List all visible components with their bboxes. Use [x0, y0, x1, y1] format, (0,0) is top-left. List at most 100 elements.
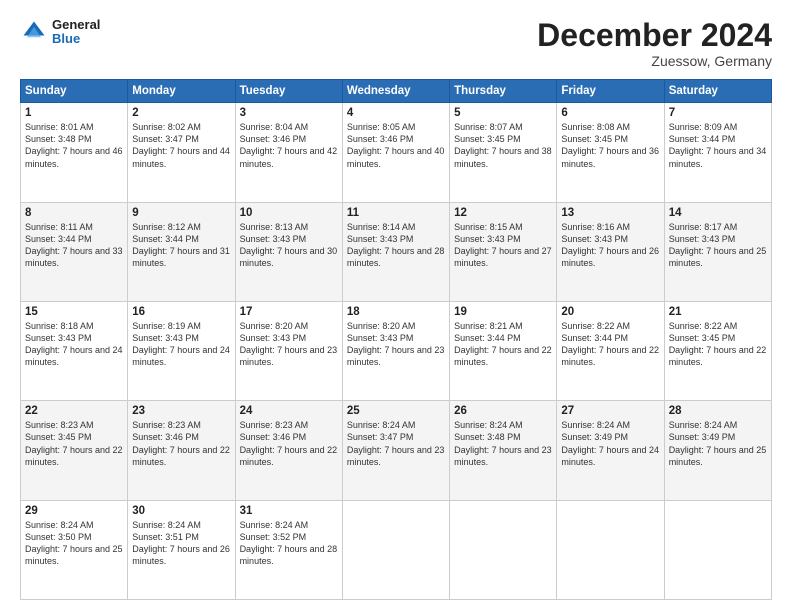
calendar-location: Zuessow, Germany — [537, 53, 772, 69]
day-info: Sunrise: 8:19 AM Sunset: 3:43 PM Dayligh… — [132, 320, 230, 369]
day-info: Sunrise: 8:05 AM Sunset: 3:46 PM Dayligh… — [347, 121, 445, 170]
day-number: 12 — [454, 207, 552, 219]
day-number: 6 — [561, 107, 659, 119]
day-info: Sunrise: 8:24 AM Sunset: 3:49 PM Dayligh… — [561, 419, 659, 468]
calendar-week-row: 15 Sunrise: 8:18 AM Sunset: 3:43 PM Dayli… — [21, 301, 772, 400]
day-info: Sunrise: 8:08 AM Sunset: 3:45 PM Dayligh… — [561, 121, 659, 170]
day-info: Sunrise: 8:07 AM Sunset: 3:45 PM Dayligh… — [454, 121, 552, 170]
day-number: 16 — [132, 306, 230, 318]
day-number: 29 — [25, 505, 123, 517]
table-row: 30 Sunrise: 8:24 AM Sunset: 3:51 PM Dayli… — [128, 500, 235, 599]
table-row: 25Sunrise: 8:24 AM Sunset: 3:47 PM Dayli… — [342, 401, 449, 500]
day-number: 7 — [669, 107, 767, 119]
day-number: 3 — [240, 107, 338, 119]
day-number: 23 — [132, 405, 230, 417]
day-info: Sunrise: 8:04 AM Sunset: 3:46 PM Dayligh… — [240, 121, 338, 170]
table-row: 6 Sunrise: 8:08 AM Sunset: 3:45 PM Daylig… — [557, 103, 664, 202]
table-row: 24 Sunrise: 8:23 AM Sunset: 3:46 PM Dayli… — [235, 401, 342, 500]
table-row — [342, 500, 449, 599]
day-info: Sunrise: 8:14 AM Sunset: 3:43 PM Dayligh… — [347, 221, 445, 270]
day-info: Sunrise: 8:24 AM Sunset: 3:51 PM Dayligh… — [132, 519, 230, 568]
table-row: 18 Sunrise: 8:20 AM Sunset: 3:43 PM Dayli… — [342, 301, 449, 400]
table-row: 7 Sunrise: 8:09 AM Sunset: 3:44 PM Daylig… — [664, 103, 771, 202]
table-row: 12 Sunrise: 8:15 AM Sunset: 3:43 PM Dayli… — [450, 202, 557, 301]
day-info: Sunrise: 8:09 AM Sunset: 3:44 PM Dayligh… — [669, 121, 767, 170]
day-number: 30 — [132, 505, 230, 517]
day-info: Sunrise: 8:23 AM Sunset: 3:45 PM Dayligh… — [25, 419, 123, 468]
table-row: 11 Sunrise: 8:14 AM Sunset: 3:43 PM Dayli… — [342, 202, 449, 301]
day-number: 18 — [347, 306, 445, 318]
table-row: 23Sunrise: 8:23 AM Sunset: 3:46 PM Dayli… — [128, 401, 235, 500]
day-info: Sunrise: 8:23 AM Sunset: 3:46 PM Dayligh… — [240, 419, 338, 468]
page: General Blue December 2024 Zuessow, Germ… — [0, 0, 792, 612]
table-row: 9Sunrise: 8:12 AM Sunset: 3:44 PM Daylig… — [128, 202, 235, 301]
calendar-header-row: Sunday Monday Tuesday Wednesday Thursday… — [21, 80, 772, 103]
day-info: Sunrise: 8:24 AM Sunset: 3:48 PM Dayligh… — [454, 419, 552, 468]
table-row — [450, 500, 557, 599]
day-info: Sunrise: 8:24 AM Sunset: 3:49 PM Dayligh… — [669, 419, 767, 468]
day-number: 20 — [561, 306, 659, 318]
col-monday: Monday — [128, 80, 235, 103]
day-number: 8 — [25, 207, 123, 219]
col-thursday: Thursday — [450, 80, 557, 103]
header: General Blue December 2024 Zuessow, Germ… — [20, 18, 772, 69]
day-info: Sunrise: 8:20 AM Sunset: 3:43 PM Dayligh… — [347, 320, 445, 369]
calendar-title: December 2024 — [537, 18, 772, 53]
day-info: Sunrise: 8:18 AM Sunset: 3:43 PM Dayligh… — [25, 320, 123, 369]
day-number: 10 — [240, 207, 338, 219]
table-row: 2 Sunrise: 8:02 AM Sunset: 3:47 PM Daylig… — [128, 103, 235, 202]
table-row: 1 Sunrise: 8:01 AM Sunset: 3:48 PM Daylig… — [21, 103, 128, 202]
table-row — [557, 500, 664, 599]
table-row: 3 Sunrise: 8:04 AM Sunset: 3:46 PM Daylig… — [235, 103, 342, 202]
day-info: Sunrise: 8:22 AM Sunset: 3:45 PM Dayligh… — [669, 320, 767, 369]
calendar-week-row: 22 Sunrise: 8:23 AM Sunset: 3:45 PM Dayli… — [21, 401, 772, 500]
table-row: 28 Sunrise: 8:24 AM Sunset: 3:49 PM Dayli… — [664, 401, 771, 500]
day-info: Sunrise: 8:12 AM Sunset: 3:44 PM Dayligh… — [132, 221, 230, 270]
logo-blue-text: Blue — [52, 32, 100, 46]
day-info: Sunrise: 8:11 AM Sunset: 3:44 PM Dayligh… — [25, 221, 123, 270]
table-row: 29Sunrise: 8:24 AM Sunset: 3:50 PM Dayli… — [21, 500, 128, 599]
logo-general-text: General — [52, 18, 100, 32]
logo: General Blue — [20, 18, 100, 47]
day-info: Sunrise: 8:02 AM Sunset: 3:47 PM Dayligh… — [132, 121, 230, 170]
table-row: 17Sunrise: 8:20 AM Sunset: 3:43 PM Dayli… — [235, 301, 342, 400]
calendar-week-row: 8 Sunrise: 8:11 AM Sunset: 3:44 PM Daylig… — [21, 202, 772, 301]
table-row: 10 Sunrise: 8:13 AM Sunset: 3:43 PM Dayli… — [235, 202, 342, 301]
day-number: 21 — [669, 306, 767, 318]
day-info: Sunrise: 8:22 AM Sunset: 3:44 PM Dayligh… — [561, 320, 659, 369]
table-row: 8 Sunrise: 8:11 AM Sunset: 3:44 PM Daylig… — [21, 202, 128, 301]
table-row: 31Sunrise: 8:24 AM Sunset: 3:52 PM Dayli… — [235, 500, 342, 599]
day-info: Sunrise: 8:24 AM Sunset: 3:52 PM Dayligh… — [240, 519, 338, 568]
col-friday: Friday — [557, 80, 664, 103]
table-row: 14Sunrise: 8:17 AM Sunset: 3:43 PM Dayli… — [664, 202, 771, 301]
day-info: Sunrise: 8:16 AM Sunset: 3:43 PM Dayligh… — [561, 221, 659, 270]
day-info: Sunrise: 8:13 AM Sunset: 3:43 PM Dayligh… — [240, 221, 338, 270]
day-number: 5 — [454, 107, 552, 119]
day-number: 14 — [669, 207, 767, 219]
day-number: 27 — [561, 405, 659, 417]
day-number: 2 — [132, 107, 230, 119]
day-info: Sunrise: 8:01 AM Sunset: 3:48 PM Dayligh… — [25, 121, 123, 170]
title-block: December 2024 Zuessow, Germany — [537, 18, 772, 69]
table-row: 27 Sunrise: 8:24 AM Sunset: 3:49 PM Dayli… — [557, 401, 664, 500]
day-number: 1 — [25, 107, 123, 119]
col-tuesday: Tuesday — [235, 80, 342, 103]
table-row: 20 Sunrise: 8:22 AM Sunset: 3:44 PM Dayli… — [557, 301, 664, 400]
day-number: 22 — [25, 405, 123, 417]
day-info: Sunrise: 8:15 AM Sunset: 3:43 PM Dayligh… — [454, 221, 552, 270]
day-number: 28 — [669, 405, 767, 417]
table-row: 22 Sunrise: 8:23 AM Sunset: 3:45 PM Dayli… — [21, 401, 128, 500]
day-number: 11 — [347, 207, 445, 219]
day-number: 24 — [240, 405, 338, 417]
table-row: 16 Sunrise: 8:19 AM Sunset: 3:43 PM Dayli… — [128, 301, 235, 400]
day-number: 17 — [240, 306, 338, 318]
calendar-week-row: 29Sunrise: 8:24 AM Sunset: 3:50 PM Dayli… — [21, 500, 772, 599]
day-number: 15 — [25, 306, 123, 318]
col-wednesday: Wednesday — [342, 80, 449, 103]
table-row: 13Sunrise: 8:16 AM Sunset: 3:43 PM Dayli… — [557, 202, 664, 301]
logo-icon — [20, 18, 48, 46]
col-sunday: Sunday — [21, 80, 128, 103]
table-row — [664, 500, 771, 599]
calendar-week-row: 1 Sunrise: 8:01 AM Sunset: 3:48 PM Daylig… — [21, 103, 772, 202]
calendar-table: Sunday Monday Tuesday Wednesday Thursday… — [20, 79, 772, 600]
